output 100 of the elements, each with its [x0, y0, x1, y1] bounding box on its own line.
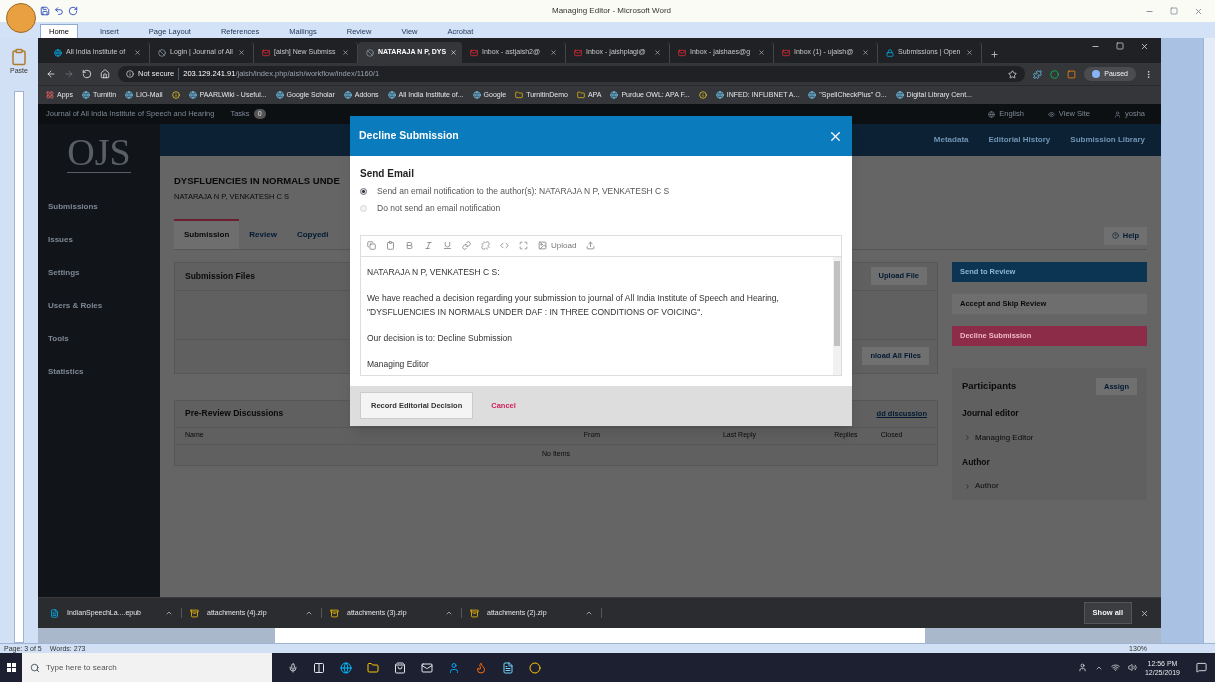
image-icon [538, 241, 547, 250]
maximize-icon [1116, 42, 1124, 50]
upload-button[interactable] [586, 241, 596, 250]
globe-icon [54, 48, 62, 57]
sidebar-item[interactable]: Statistics [38, 366, 84, 378]
archive-icon [470, 608, 479, 618]
mail-icon [262, 48, 270, 57]
message-paragraph: We have reached a decision regarding your submission to journal of All India Institute of Speech and Hearing, "DYSFLUENCIES IN NORMALS UNDER DAF : IN THREE CONDITIONS OF VOICING". [367, 291, 780, 319]
close-icon [1140, 608, 1149, 618]
section-heading: Send Email [360, 167, 415, 181]
people-icon [1077, 663, 1087, 672]
globe-icon [125, 91, 134, 99]
close-icon [758, 49, 765, 56]
header-link[interactable]: Submission Library [1070, 134, 1145, 146]
underline-icon [443, 241, 452, 250]
bag-icon [394, 661, 406, 674]
header-link[interactable]: Editorial History [988, 134, 1051, 146]
fullscreen-icon [519, 241, 528, 250]
radio-label: Do not send an email notification [377, 201, 501, 215]
globe-icon [808, 91, 817, 99]
info-icon [698, 91, 707, 99]
sidebar-item[interactable]: Issues [38, 234, 73, 246]
new-tab-icon [990, 50, 999, 59]
panel-title: Pre-Review Discussions [185, 407, 284, 420]
help-icon [1111, 232, 1119, 240]
copy-button[interactable] [367, 241, 376, 250]
paste-button[interactable] [386, 241, 395, 250]
folder-icon [367, 661, 379, 674]
close-icon [238, 49, 245, 56]
globe-icon [188, 91, 197, 99]
mail-icon [574, 48, 582, 57]
message-paragraph: NATARAJA N P, VENKATESH C S: [367, 265, 501, 279]
close-icon [966, 49, 973, 56]
sidebar-item[interactable]: Tools [38, 333, 69, 345]
info-icon [126, 70, 134, 78]
back-icon [46, 69, 56, 79]
ojs-logo: OJS [67, 132, 131, 173]
globe-icon [343, 91, 352, 99]
header-link[interactable]: Metadata [933, 134, 969, 146]
globe-icon [472, 91, 481, 99]
apps-icon [46, 91, 54, 99]
microphone-icon [288, 662, 298, 673]
role-heading: Author [962, 455, 990, 469]
chevron-icon [445, 609, 453, 617]
sidebar-item[interactable]: Users & Roles [38, 300, 103, 312]
window-title: Managing Editor - Microsoft Word [552, 5, 671, 17]
upload-icon [586, 241, 596, 250]
close-icon [1140, 42, 1149, 51]
file-icon [50, 608, 59, 618]
code-icon [500, 241, 509, 250]
mail-icon [678, 48, 686, 57]
close-icon [450, 49, 458, 56]
globe-icon [988, 110, 996, 118]
menu-icon [1144, 69, 1153, 79]
dialog-title: Decline Submission [359, 128, 460, 144]
globe-icon [610, 91, 619, 99]
chevron-icon [585, 609, 593, 617]
paste-icon [386, 241, 395, 250]
search-field[interactable]: Type here to search [22, 653, 272, 682]
archive-icon [190, 608, 199, 618]
flame-icon [475, 661, 487, 674]
italic-button[interactable] [424, 241, 433, 250]
home-icon [100, 69, 110, 79]
notification-icon [1196, 662, 1207, 673]
upload-button[interactable]: Upload [538, 239, 577, 252]
maximize-icon [1170, 7, 1178, 15]
save-icon [40, 6, 50, 16]
role-heading: Journal editor [962, 406, 1019, 420]
star-icon [1008, 69, 1018, 79]
lock-icon [886, 48, 894, 57]
stage-tab[interactable]: Submission [174, 218, 240, 249]
reload-icon [82, 69, 92, 79]
bold-button[interactable] [405, 241, 414, 250]
radio-label: Send an email notification to the author(s): NATARAJA N P, VENKATESH C S [377, 185, 670, 198]
link-button[interactable] [462, 241, 471, 250]
message-paragraph: Our decision is to: Decline Submission [367, 331, 514, 345]
sidebar-item[interactable]: Settings [38, 267, 80, 279]
chevron-icon [165, 609, 173, 617]
unlink-button[interactable] [481, 241, 490, 250]
globe-icon [340, 661, 352, 674]
sidebar-item[interactable]: Submissions [38, 201, 98, 213]
forward-icon [64, 69, 74, 79]
task-view-icon [313, 661, 325, 674]
volume-icon [1127, 663, 1137, 672]
fullscreen-button[interactable] [519, 241, 528, 250]
globe-icon [275, 91, 284, 99]
paste-icon [10, 48, 28, 66]
close-icon [342, 49, 349, 56]
radio-button[interactable] [360, 187, 367, 195]
archive-icon [330, 608, 339, 618]
network-icon [1110, 663, 1120, 672]
close-icon [550, 49, 557, 56]
search-icon [30, 663, 40, 673]
folder-icon [515, 91, 524, 99]
mail-icon [782, 48, 790, 57]
underline-button[interactable] [443, 241, 452, 250]
globe-icon [81, 91, 90, 99]
copy-icon [367, 241, 376, 250]
code-button[interactable] [500, 241, 509, 250]
extension-icon [1033, 69, 1043, 79]
